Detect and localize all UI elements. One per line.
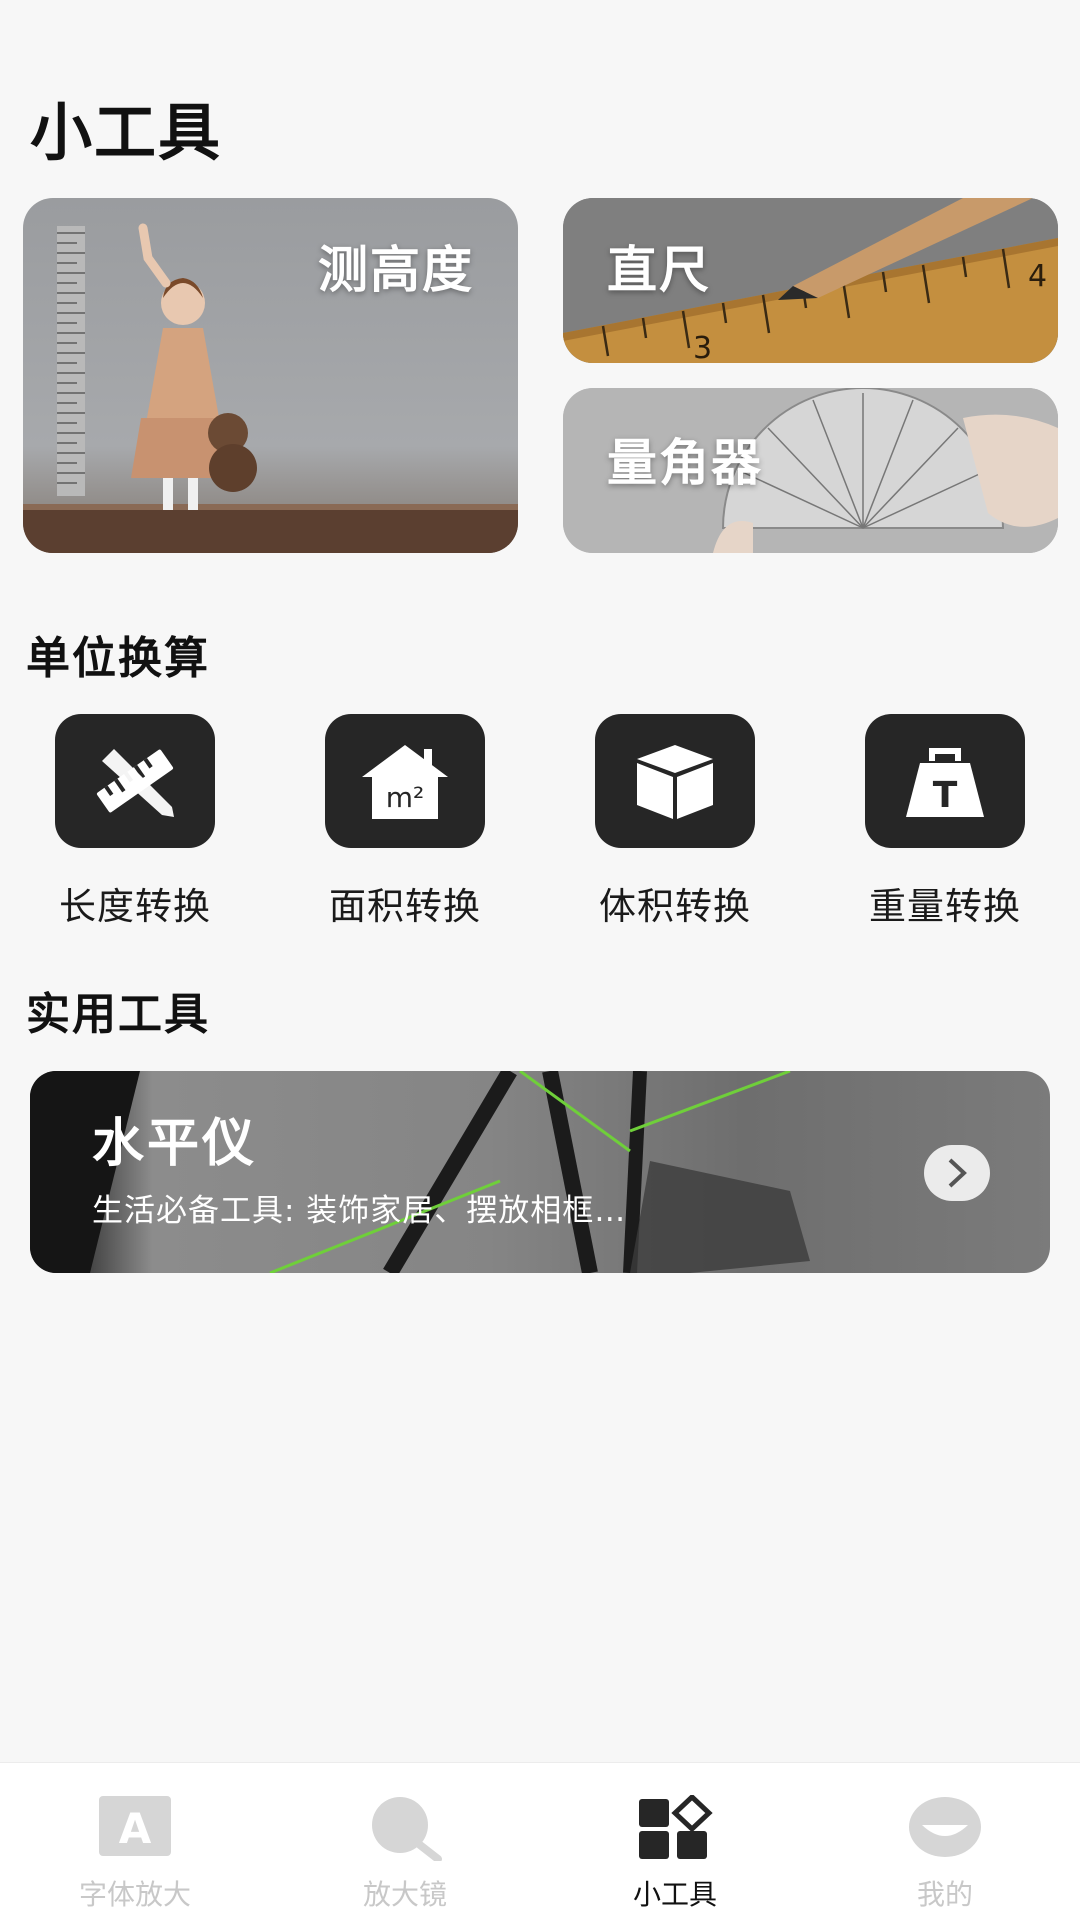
weight-conversion-label: 重量转换	[869, 885, 1021, 928]
page-title: 小工具	[30, 96, 223, 169]
cube-icon	[595, 714, 755, 848]
svg-text:3: 3	[693, 331, 712, 363]
measure-height-card[interactable]: 测高度	[23, 198, 518, 553]
protractor-card[interactable]: 量角器	[563, 388, 1058, 553]
bottom-navigation: A 字体放大 放大镜 小工具 我的	[0, 1762, 1080, 1921]
nav-profile[interactable]: 我的	[810, 1763, 1080, 1921]
ruler-label: 直尺	[607, 241, 711, 299]
ruler-pencil-icon	[55, 714, 215, 848]
area-house-icon: m²	[325, 714, 485, 848]
weight-icon: T	[865, 714, 1025, 848]
nav-tools[interactable]: 小工具	[540, 1763, 810, 1921]
profile-icon	[908, 1795, 982, 1863]
weight-icon-text: T	[933, 775, 958, 816]
area-conversion-item[interactable]: m² 面积转换	[295, 714, 515, 930]
protractor-label: 量角器	[607, 434, 763, 492]
volume-conversion-item[interactable]: 体积转换	[565, 714, 785, 930]
nav-magnifier[interactable]: 放大镜	[270, 1763, 540, 1921]
tools-grid-icon	[637, 1793, 713, 1865]
area-icon-text: m²	[386, 781, 425, 814]
spirit-level-subtitle: 生活必备工具: 装饰家居、摆放相框…	[92, 1193, 627, 1229]
font-icon-text: A	[119, 1804, 152, 1853]
nav-profile-label: 我的	[916, 1878, 973, 1911]
volume-conversion-label: 体积转换	[599, 885, 751, 928]
nav-magnifier-label: 放大镜	[362, 1878, 447, 1911]
practical-tools-title: 实用工具	[26, 989, 210, 1040]
spirit-level-banner[interactable]: 水平仪 生活必备工具: 装饰家居、摆放相框…	[30, 1071, 1050, 1273]
svg-text:4: 4	[1028, 259, 1047, 294]
length-conversion-item[interactable]: 长度转换	[25, 714, 245, 930]
nav-tools-label: 小工具	[632, 1878, 717, 1911]
font-a-icon: A	[98, 1795, 172, 1863]
area-conversion-label: 面积转换	[329, 885, 481, 928]
nav-font-enlarge-label: 字体放大	[78, 1878, 191, 1911]
chevron-right-icon[interactable]	[924, 1145, 990, 1201]
weight-conversion-item[interactable]: T 重量转换	[835, 714, 1055, 930]
length-conversion-label: 长度转换	[59, 885, 211, 928]
spirit-level-title: 水平仪	[92, 1114, 258, 1174]
unit-conversion-title: 单位换算	[26, 633, 210, 684]
ruler-card[interactable]: 3 4 直尺	[563, 198, 1058, 363]
magnifier-icon	[368, 1795, 442, 1865]
measure-height-label: 测高度	[318, 241, 474, 299]
nav-font-enlarge[interactable]: A 字体放大	[0, 1763, 270, 1921]
